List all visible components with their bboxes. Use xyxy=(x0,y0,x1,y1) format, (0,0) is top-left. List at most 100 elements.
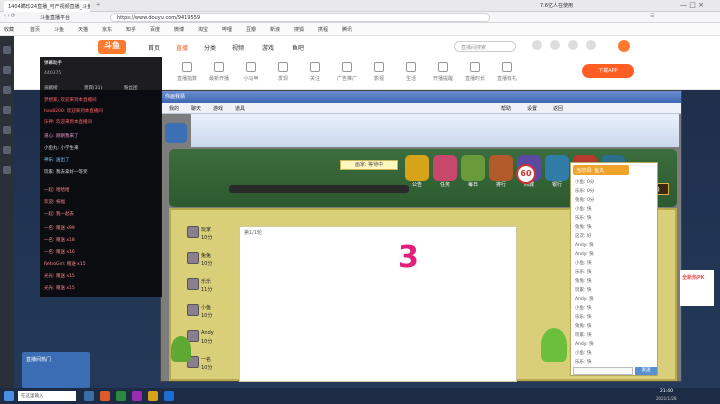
bookmark-item[interactable]: 携程 xyxy=(318,26,328,33)
cat-item[interactable]: 直播有礼 xyxy=(492,62,522,82)
game-menu-item[interactable]: 返回 xyxy=(553,105,563,112)
toolbar-daily-button[interactable]: 每日 xyxy=(461,155,485,188)
player-slot[interactable]: Andy 10分 xyxy=(187,330,239,350)
bookmark-item[interactable]: 搜狐 xyxy=(294,26,304,33)
bookmark-item[interactable]: 豆瓣 xyxy=(246,26,256,33)
danmu-line: 梦想家: 欢迎来到本直播间 xyxy=(44,98,97,103)
bookmark-item[interactable]: 哔哩 xyxy=(222,26,232,33)
category-icon xyxy=(374,62,384,72)
bookmark-item[interactable]: 淘宝 xyxy=(198,26,208,33)
danmu-line: 一起: 我一起去 xyxy=(44,212,74,217)
cat-item[interactable]: 广告推广 xyxy=(332,62,362,82)
game-menu-item[interactable]: 设置 xyxy=(527,105,537,112)
browser-tab[interactable]: 1404瞒珍24直播_可产视频直播_斗鱼... xyxy=(4,1,90,12)
send-button[interactable]: 发送 xyxy=(635,367,657,375)
chat-line: Andy: 快 xyxy=(575,243,594,248)
bookmark-item[interactable]: 斗鱼 xyxy=(54,26,64,33)
overlay-tab[interactable]: 贡献榜 xyxy=(44,85,58,91)
overlay-tab[interactable]: 粉丝团 xyxy=(124,85,138,91)
douyu-logo[interactable]: 斗鱼 xyxy=(98,40,126,54)
download-app-button[interactable]: 下载APP xyxy=(582,64,634,78)
toolbar-notice-button[interactable]: 公告 xyxy=(405,155,429,188)
game-title: 你画我猜 xyxy=(165,94,186,100)
browser-menu-icon[interactable]: ☰ xyxy=(650,13,654,19)
sidebar-icon[interactable] xyxy=(3,106,11,114)
taskbar-app-icon[interactable] xyxy=(116,391,126,401)
player-slot[interactable]: 一名 10分 xyxy=(187,356,239,376)
mobile-icon[interactable] xyxy=(586,40,596,50)
game-tab[interactable]: 聊天 xyxy=(191,105,201,112)
history-icon[interactable] xyxy=(532,40,542,50)
cat-item[interactable]: 关注 xyxy=(300,62,330,82)
toolbar-bank-button[interactable]: 银行 xyxy=(545,155,569,188)
url-input[interactable]: https://www.douyu.com/9419559 xyxy=(110,13,490,22)
taskbar-app-icon[interactable] xyxy=(164,391,174,401)
category-icon xyxy=(470,62,480,72)
toolbar-rank-button[interactable]: 排行 xyxy=(489,155,513,188)
nav-arrows-icon[interactable]: ‹ › ⟳ xyxy=(4,13,15,19)
bookmark-item[interactable]: 百度 xyxy=(150,26,160,33)
nav-fishbar[interactable]: 鱼吧 xyxy=(292,43,304,52)
sidebar-icon[interactable] xyxy=(3,86,11,94)
bookmark-item[interactable]: 京东 xyxy=(102,26,112,33)
new-tab-icon[interactable]: + xyxy=(96,2,100,8)
start-icon[interactable] xyxy=(4,391,14,401)
sidebar-icon[interactable] xyxy=(3,166,11,174)
player-slot[interactable]: 兔兔 10分 xyxy=(187,252,239,272)
douyu-search-input[interactable]: 直播间搜索 xyxy=(454,41,516,52)
sidebar-icon[interactable] xyxy=(3,46,11,54)
taskbar-app-icon[interactable] xyxy=(132,391,142,401)
game-tab[interactable]: 我的 xyxy=(169,105,179,112)
bookmark-item[interactable]: 微博 xyxy=(174,26,184,33)
taskbar-app-icon[interactable] xyxy=(100,391,110,401)
cat-item[interactable]: 直播指数 xyxy=(172,62,202,82)
game-menu-item[interactable]: 帮助 xyxy=(501,105,511,112)
bookmark-item[interactable]: 收藏 xyxy=(4,26,14,33)
taskbar-date: 2021/1/28 xyxy=(656,396,677,401)
follow-icon[interactable] xyxy=(550,40,560,50)
cat-item[interactable]: 影视 xyxy=(364,62,394,82)
game-tab[interactable]: 道具 xyxy=(235,105,245,112)
nav-live[interactable]: 直播 xyxy=(176,43,188,52)
bookmark-item[interactable]: 知乎 xyxy=(126,26,136,33)
promo-banner[interactable]: 直播间热门 xyxy=(22,352,90,388)
player-slot[interactable]: 玩家 10分 xyxy=(187,226,239,246)
nav-video[interactable]: 视频 xyxy=(232,43,244,52)
sidebar-icon[interactable] xyxy=(3,126,11,134)
chat-line: 小鱼: 快 xyxy=(575,351,592,356)
message-icon[interactable] xyxy=(568,40,578,50)
player-slot[interactable]: 乐乐 11分 xyxy=(187,278,239,298)
avatar[interactable] xyxy=(618,40,630,52)
chat-line: 玩家: 快 xyxy=(575,288,592,293)
right-ad[interactable]: 全新热PK xyxy=(680,270,714,306)
nav-category[interactable]: 分类 xyxy=(204,43,216,52)
window-controls[interactable]: — □ × xyxy=(680,1,704,9)
player-slot[interactable]: 小鱼 10分 xyxy=(187,304,239,324)
cat-item[interactable]: 发现 xyxy=(268,62,298,82)
bookmark-item[interactable]: 天猫 xyxy=(78,26,88,33)
taskbar-app-icon[interactable] xyxy=(148,391,158,401)
bookmark-item[interactable]: 首页 xyxy=(30,26,40,33)
cat-item[interactable]: 生活 xyxy=(396,62,426,82)
chat-input[interactable] xyxy=(573,367,633,375)
danmu-line: 欢迎: 祝福 xyxy=(44,200,65,205)
nav-home[interactable]: 首页 xyxy=(148,43,160,52)
mascot-left-icon xyxy=(171,336,191,362)
cat-item[interactable]: 直播时长 xyxy=(460,62,490,82)
cat-item[interactable]: 最新开播 xyxy=(204,62,234,82)
drawing-canvas[interactable]: 第1/1轮 xyxy=(239,226,517,382)
cat-item[interactable]: 开播提醒 xyxy=(428,62,458,82)
chat-line: 兔兔: 快 xyxy=(575,279,592,284)
nav-game[interactable]: 游戏 xyxy=(262,43,274,52)
sidebar-icon[interactable] xyxy=(3,146,11,154)
bookmark-item[interactable]: 腾讯 xyxy=(342,26,352,33)
toolbar-task-button[interactable]: 任务 xyxy=(433,155,457,188)
game-tab[interactable]: 游戏 xyxy=(213,105,223,112)
cat-item[interactable]: 小马甲 xyxy=(236,62,266,82)
bookmark-item[interactable]: 新浪 xyxy=(270,26,280,33)
taskbar-app-icon[interactable] xyxy=(84,391,94,401)
taskbar-search[interactable]: 在这里输入 xyxy=(18,391,76,401)
sidebar-icon[interactable] xyxy=(3,66,11,74)
overlay-tab[interactable]: 贵宾(31) xyxy=(84,85,102,91)
game-menu: 我的 聊天 游戏 道具 帮助 设置 返回 xyxy=(161,103,681,114)
